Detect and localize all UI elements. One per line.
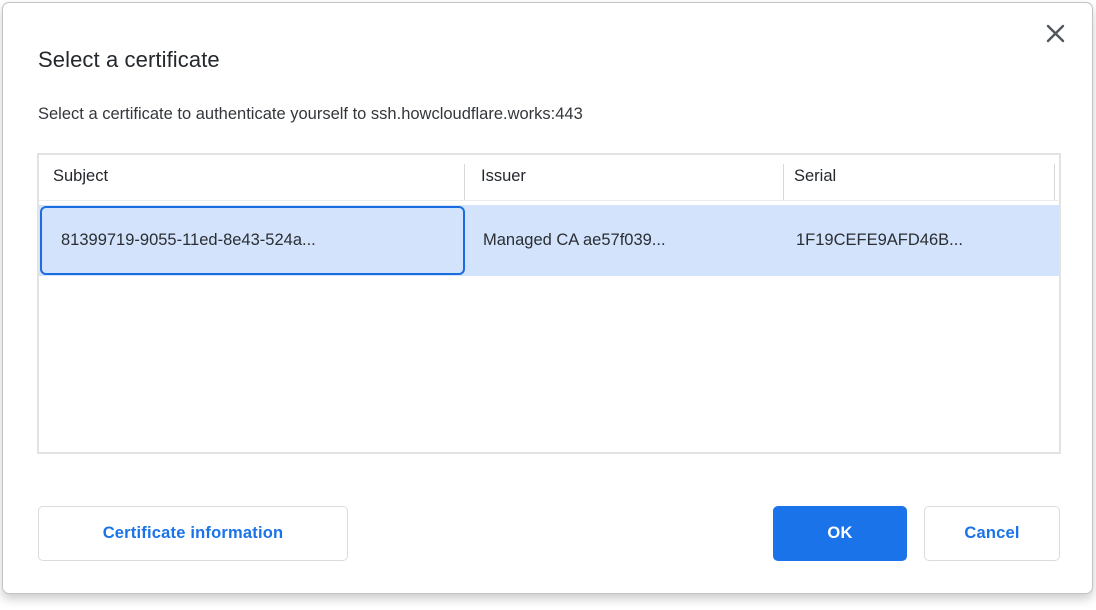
cell-serial[interactable]: 1F19CEFE9AFD46B... bbox=[796, 205, 963, 276]
certificate-row-selected[interactable]: 81399719-9055-11ed-8e43-524a... Managed … bbox=[39, 205, 1059, 276]
column-header-issuer: Issuer bbox=[481, 167, 526, 186]
table-header: Subject Issuer Serial bbox=[39, 155, 1059, 201]
cell-subject[interactable]: 81399719-9055-11ed-8e43-524a... bbox=[40, 206, 465, 275]
subject-value: 81399719-9055-11ed-8e43-524a... bbox=[61, 231, 316, 250]
cell-issuer[interactable]: Managed CA ae57f039... bbox=[483, 205, 666, 276]
issuer-value: Managed CA ae57f039... bbox=[483, 231, 666, 250]
cancel-button[interactable]: Cancel bbox=[924, 506, 1060, 561]
ok-button[interactable]: OK bbox=[773, 506, 907, 561]
column-divider bbox=[1054, 164, 1055, 200]
certificate-information-button[interactable]: Certificate information bbox=[38, 506, 348, 561]
column-divider bbox=[464, 164, 465, 200]
select-certificate-dialog: Select a certificate Select a certificat… bbox=[2, 2, 1093, 594]
column-header-subject: Subject bbox=[53, 167, 108, 186]
certificate-table: Subject Issuer Serial 81399719-9055-11ed… bbox=[37, 153, 1061, 454]
column-divider bbox=[783, 164, 784, 200]
serial-value: 1F19CEFE9AFD46B... bbox=[796, 231, 963, 250]
dialog-subtitle: Select a certificate to authenticate you… bbox=[38, 105, 583, 124]
dialog-title: Select a certificate bbox=[38, 47, 220, 73]
close-button[interactable] bbox=[1040, 21, 1070, 51]
close-icon bbox=[1044, 22, 1067, 50]
column-header-serial: Serial bbox=[794, 167, 836, 186]
